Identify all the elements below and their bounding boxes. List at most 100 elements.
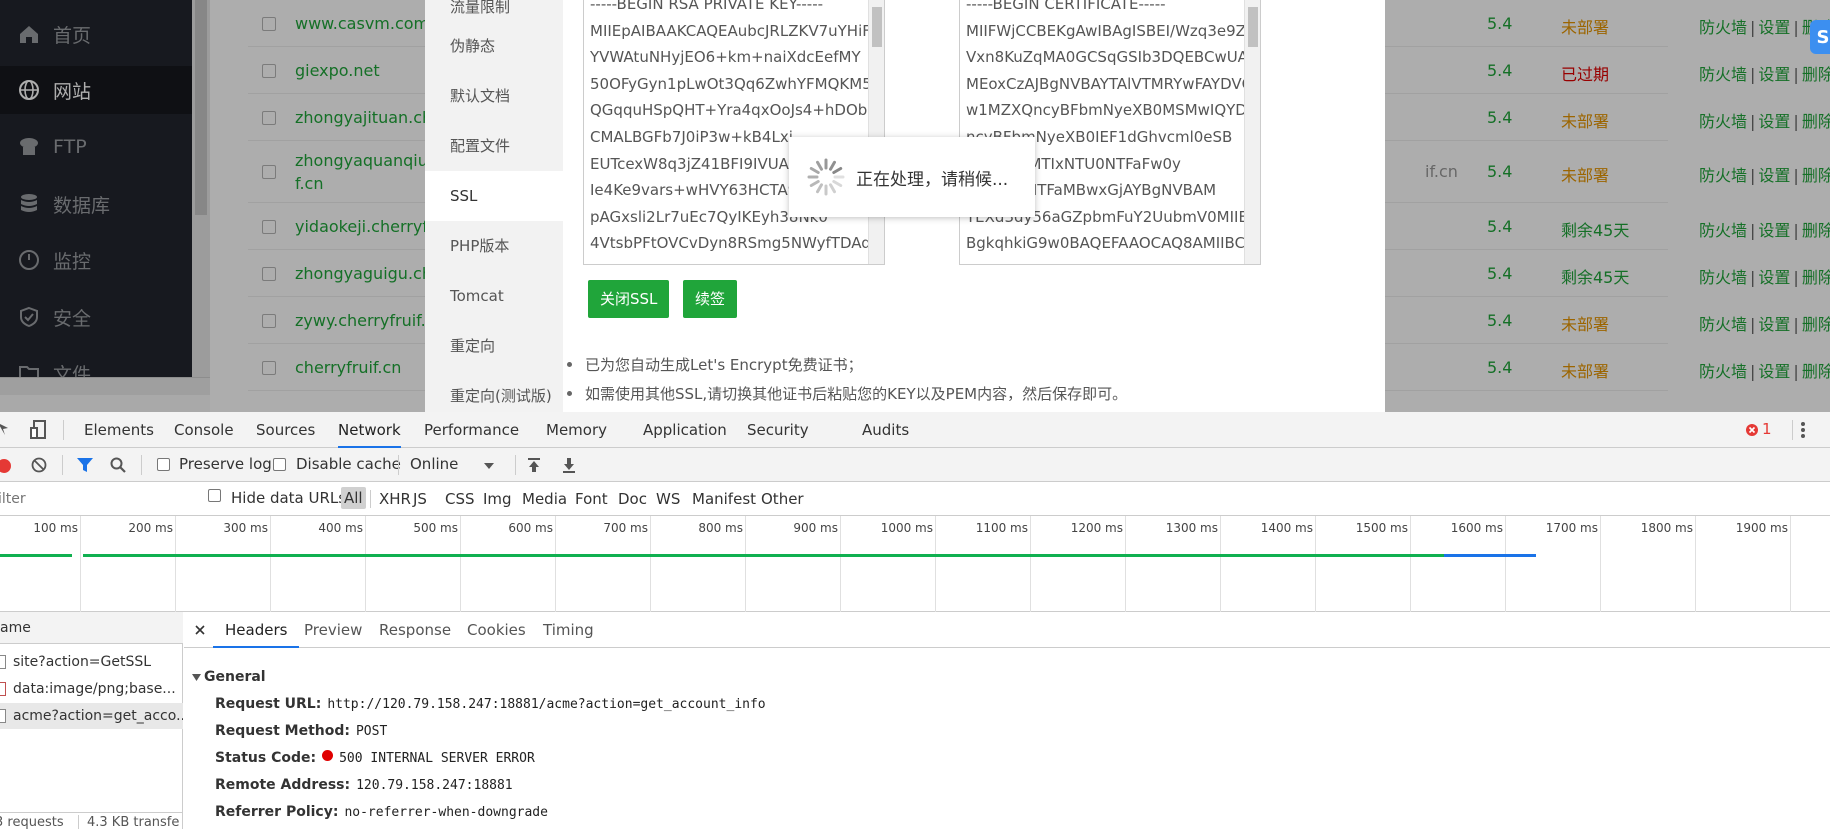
timeline-tick: 800 ms [698, 516, 746, 612]
triangle-down-icon[interactable] [192, 674, 201, 681]
timeline-tick-label: 1000 ms [880, 521, 933, 535]
modal-menu-item[interactable]: 配置文件 [425, 121, 563, 171]
doc-icon [0, 709, 6, 723]
name-column-header[interactable]: ame [0, 612, 183, 644]
modal-menu-item[interactable]: 重定向(测试版) [425, 371, 563, 412]
devtools-tab-console[interactable]: Console [174, 412, 234, 448]
request-row[interactable]: site?action=GetSSL [0, 649, 183, 675]
filter-type-all[interactable]: All [341, 487, 366, 509]
more-options-icon[interactable] [1797, 420, 1809, 440]
status-dot-icon [322, 750, 334, 761]
timeline-tick-label: 600 ms [508, 521, 553, 535]
spinner-segment [809, 180, 820, 187]
search-icon[interactable] [110, 457, 126, 473]
filter-type-js[interactable]: JS [413, 490, 427, 508]
detail-tab-preview[interactable]: Preview [304, 612, 362, 648]
modal-menu-item[interactable]: SSL [425, 171, 563, 221]
request-method-row: Request Method: POST [215, 723, 387, 739]
devtools-tab-performance[interactable]: Performance [424, 412, 519, 448]
textarea-scrollbar[interactable] [868, 0, 884, 264]
timeline-tick: 1200 ms [1071, 516, 1126, 612]
filter-type-ws[interactable]: WS [656, 490, 680, 508]
error-icon[interactable] [1746, 424, 1758, 436]
chevron-down-icon[interactable] [484, 463, 494, 469]
devtools-tab-sources[interactable]: Sources [256, 412, 315, 448]
side-float-icon[interactable]: S [1810, 20, 1830, 54]
inspect-icon[interactable] [0, 421, 14, 439]
request-name[interactable]: acme?action=get_acco... [13, 703, 183, 729]
modal-menu-item[interactable]: 伪静态 [425, 21, 563, 71]
hide-data-urls-label[interactable]: Hide data URLs [231, 489, 346, 507]
detail-tab-response[interactable]: Response [379, 612, 451, 648]
detail-tab-cookies[interactable]: Cookies [467, 612, 526, 648]
devtools-tab-elements[interactable]: Elements [84, 412, 154, 448]
preserve-log-label[interactable]: Preserve log [179, 455, 272, 473]
certificate-textarea[interactable]: -----BEGIN CERTIFICATE----- MIIFWjCCBEKgA… [959, 0, 1261, 265]
request-method-label: Request Method: [215, 723, 350, 739]
textarea-scroll-thumb[interactable] [872, 7, 882, 47]
close-ssl-button[interactable]: 关闭SSL [588, 280, 670, 318]
timeline-tick: 1900 ms [1736, 516, 1791, 612]
modal-menu: 流量限制 伪静态 默认文档 配置文件 SSL PHP版本 Tomcat 重定向 重定向(测试版) [425, 0, 563, 412]
filter-type-other[interactable]: Other [761, 490, 804, 508]
textarea-scrollbar[interactable] [1244, 0, 1260, 264]
spinner-segment [829, 160, 836, 171]
filter-type-xhr[interactable]: XHR [379, 490, 411, 508]
timeline-tick-label: 900 ms [793, 521, 838, 535]
request-name[interactable]: site?action=GetSSL [13, 649, 151, 675]
disable-cache-label[interactable]: Disable cache [296, 455, 401, 473]
clear-icon[interactable] [31, 457, 47, 473]
request-row[interactable]: acme?action=get_acco... [0, 703, 183, 729]
modal-menu-item[interactable]: 默认文档 [425, 71, 563, 121]
textarea-line: MIIEpAIBAAKCAQEAubcJRLZKV7uYHiFrnt9S [590, 21, 885, 40]
filter-icon[interactable] [76, 457, 94, 473]
timeline-tick: 700 ms [603, 516, 651, 612]
detail-tab-headers[interactable]: Headers [213, 612, 300, 648]
timeline-tick-label: 1800 ms [1640, 521, 1693, 535]
modal-menu-item[interactable]: PHP版本 [425, 221, 563, 271]
general-section-title[interactable]: General [204, 669, 266, 685]
download-icon[interactable] [561, 457, 577, 473]
status-code-value: 500 INTERNAL SERVER ERROR [339, 751, 535, 766]
device-toolbar-icon[interactable] [30, 420, 48, 440]
timeline-tick: 1800 ms [1641, 516, 1696, 612]
request-name[interactable]: data:image/png;base... [13, 676, 176, 702]
filter-input[interactable] [0, 487, 190, 511]
panel-page: 首页 网站 FTP 数据库 监控 安全 文件 www.casvm.com 5.4 未部署 防火墙 |… [0, 0, 1830, 412]
preserve-log-checkbox[interactable] [157, 458, 170, 471]
timeline-tick-label: 1200 ms [1070, 521, 1123, 535]
filter-type-manifest[interactable]: Manifest [692, 490, 756, 508]
filter-type-doc[interactable]: Doc [618, 490, 647, 508]
request-row[interactable]: data:image/png;base... [0, 676, 183, 702]
timeline-tick: 1600 ms [1451, 516, 1506, 612]
upload-icon[interactable] [526, 457, 542, 473]
error-count[interactable]: 1 [1762, 420, 1772, 438]
devtools-tab-memory[interactable]: Memory [546, 412, 607, 448]
remote-address-row: Remote Address: 120.79.158.247:18881 [215, 777, 513, 793]
renew-button[interactable]: 续签 [683, 280, 738, 318]
devtools-tab-security[interactable]: Security [747, 412, 809, 448]
timeline-tick: 1300 ms [1166, 516, 1221, 612]
filter-type-media[interactable]: Media [522, 490, 567, 508]
throttle-select[interactable]: Online [410, 455, 458, 473]
timeline-tick-label: 1500 ms [1355, 521, 1408, 535]
filter-type-font[interactable]: Font [575, 490, 608, 508]
devtools-tab-application[interactable]: Application [643, 412, 727, 448]
textarea-line: MIIFWjCCBEKgAwIBAgISBEI/Wzq3e9Zz+/q2 [966, 21, 1261, 40]
disable-cache-checkbox[interactable] [273, 458, 286, 471]
devtools-tab-audits[interactable]: Audits [862, 412, 909, 448]
close-icon[interactable] [195, 625, 205, 635]
detail-tab-timing[interactable]: Timing [543, 612, 594, 648]
filter-type-css[interactable]: CSS [445, 490, 475, 508]
devtools-tab-network[interactable]: Network [338, 412, 401, 448]
textarea-line: w1MZXQncyBFbmNyeXB0MSMwIQYDVQQD [966, 101, 1261, 120]
modal-menu-item[interactable]: 重定向 [425, 321, 563, 371]
timeline-tick: 100 ms [33, 516, 81, 612]
record-icon[interactable] [0, 458, 12, 474]
private-key-textarea[interactable]: -----BEGIN RSA PRIVATE KEY----- MIIEpAIBA… [583, 0, 885, 265]
filter-type-img[interactable]: Img [483, 490, 512, 508]
hide-data-urls-checkbox[interactable] [208, 489, 221, 502]
modal-menu-item[interactable]: Tomcat [425, 271, 563, 321]
textarea-line: QGqquHSpQHT+Yra4qxOoJs4+hDObSn3 [590, 101, 885, 120]
textarea-scroll-thumb[interactable] [1248, 7, 1258, 47]
